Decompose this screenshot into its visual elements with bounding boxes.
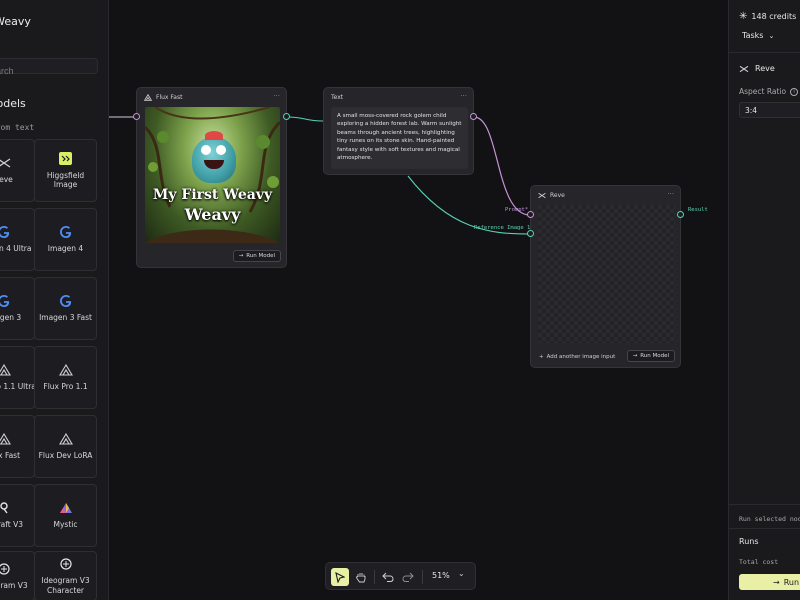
run-button[interactable]: → Run [739, 574, 800, 590]
toolbar-divider [422, 570, 423, 584]
mystic-icon [59, 501, 73, 515]
panel-divider [729, 528, 800, 529]
node-text[interactable]: Text ··· A small moss-covered rock golem… [323, 87, 474, 175]
chevron-down-icon[interactable]: ⌄ [458, 569, 465, 578]
right-properties-panel: ✳ 148 credits Tasks ⌄ Reve Aspect Ratio … [728, 0, 800, 600]
add-image-input-button[interactable]: + Add another image input [539, 354, 615, 360]
model-card-reve[interactable]: Reve [0, 139, 35, 202]
creature-hair [205, 131, 223, 140]
arrow-right-icon: → [773, 577, 780, 587]
model-card-recraft-v3[interactable]: Recraft V3 [0, 484, 35, 547]
ideogram-icon [59, 557, 72, 571]
runs-label: Runs [739, 537, 759, 546]
pan-tool-button[interactable] [352, 568, 370, 586]
aspect-ratio-label: Aspect Ratio i [739, 87, 799, 96]
reve-icon [538, 192, 546, 199]
flux-icon [0, 432, 11, 446]
node-header: Text [331, 94, 344, 101]
model-search-box[interactable] [0, 58, 98, 78]
creature-eye-left [201, 145, 211, 155]
flux-icon [0, 363, 11, 377]
node-flux-fast[interactable]: Flux Fast ··· My First Weavy Weavy → Run… [136, 87, 287, 268]
model-card-imagen-3-fast[interactable]: Imagen 3 Fast [34, 277, 97, 340]
image-from-text-label: Image from text [0, 123, 35, 132]
node-header: Flux Fast [144, 94, 182, 101]
hand-icon [356, 573, 366, 583]
model-card-imagen-4-ultra[interactable]: Imagen 4 Ultra [0, 208, 35, 271]
google-icon [59, 225, 72, 239]
prompt-input-label: Prompt* [505, 207, 529, 213]
model-card-flux-pro-1-1[interactable]: Flux Pro 1.1 [34, 346, 97, 409]
run-model-button[interactable]: → Run Model [626, 350, 675, 362]
reve-icon [739, 65, 749, 72]
model-card-flux-fast[interactable]: Flux Fast [0, 415, 35, 478]
ideogram-icon [0, 562, 10, 576]
chevron-down-icon: ⌄ [768, 31, 775, 40]
model-card-flux-dev-lora[interactable]: Flux Dev LoRA [34, 415, 97, 478]
panel-divider [729, 504, 800, 505]
reference-image-label: Reference Image 1 [474, 225, 531, 231]
credits-indicator: ✳ 148 credits [739, 11, 797, 22]
node-menu-button[interactable]: ··· [273, 92, 280, 100]
prompt-input-port[interactable] [527, 211, 534, 218]
selected-model-header: Reve [739, 64, 775, 73]
undo-icon [382, 572, 394, 582]
left-sidebar: My First Weavy Models Image from text Re… [0, 0, 109, 600]
aspect-ratio-select[interactable]: 3:4 [739, 102, 800, 118]
output-image-placeholder [538, 205, 675, 343]
toolbar-divider [374, 570, 375, 584]
node-menu-button[interactable]: ··· [460, 92, 467, 100]
image-title-line2: Weavy [184, 205, 241, 224]
arrow-right-icon: → [238, 253, 244, 259]
redo-button[interactable] [399, 568, 417, 586]
project-title[interactable]: My First Weavy [0, 15, 31, 28]
run-selected-label: Run selected nodes [739, 515, 800, 523]
model-card-imagen-4[interactable]: Imagen 4 [34, 208, 97, 271]
reve-icon [0, 156, 11, 170]
total-cost-label: Total cost [739, 558, 779, 566]
creature-eye-right [216, 145, 226, 155]
undo-button[interactable] [379, 568, 397, 586]
node-reve[interactable]: Reve ··· + Add another image input → Run… [530, 185, 681, 368]
plus-icon: + [539, 354, 544, 360]
tasks-dropdown[interactable]: Tasks ⌄ [742, 31, 774, 40]
result-output-label: Result [688, 207, 708, 213]
node-header: Reve [538, 192, 565, 199]
recraft-icon [0, 501, 10, 515]
model-card-ideogram-v3-character[interactable]: Ideogram V3 Character [34, 551, 97, 600]
model-search-input[interactable] [0, 64, 87, 78]
arrow-right-icon: → [632, 353, 638, 359]
google-icon [0, 225, 10, 239]
model-card-ideogram-v3[interactable]: Ideogram V3 [0, 551, 35, 600]
node-menu-button[interactable]: ··· [667, 190, 674, 198]
google-icon [0, 294, 10, 308]
flux-input-port[interactable] [133, 113, 140, 120]
flux-icon [58, 432, 73, 446]
higgsfield-icon [59, 152, 72, 166]
info-icon[interactable]: i [790, 87, 799, 96]
redo-icon [402, 572, 414, 582]
image-title-line1: My First Weavy [152, 187, 273, 203]
canvas-toolbar: 51% ⌄ [325, 562, 476, 590]
model-card-flux-pro-1-1-ultra[interactable]: Flux Pro 1.1 Ultra [0, 346, 36, 409]
panel-divider [729, 52, 800, 53]
google-icon [59, 294, 72, 308]
reference-image-port[interactable] [527, 230, 534, 237]
zoom-level[interactable]: 51% [432, 571, 450, 580]
generated-image: My First Weavy Weavy [145, 107, 280, 243]
flux-output-port[interactable] [283, 113, 290, 120]
select-tool-button[interactable] [331, 568, 349, 586]
asterisk-icon: ✳ [739, 11, 748, 22]
flux-icon [144, 94, 152, 101]
prompt-text-area[interactable]: A small moss-covered rock golem child ex… [331, 107, 468, 169]
run-model-button[interactable]: → Run Model [232, 250, 281, 262]
model-card-imagen-3[interactable]: Imagen 3 [0, 277, 35, 340]
models-section-title: Models [0, 97, 26, 110]
model-card-mystic[interactable]: Mystic [34, 484, 97, 547]
result-output-port[interactable] [677, 211, 684, 218]
cursor-arrow-icon [335, 571, 345, 583]
flux-icon [58, 363, 73, 377]
text-output-port[interactable] [470, 113, 477, 120]
model-card-higgsfield-image[interactable]: Higgsfield Image [34, 139, 97, 202]
